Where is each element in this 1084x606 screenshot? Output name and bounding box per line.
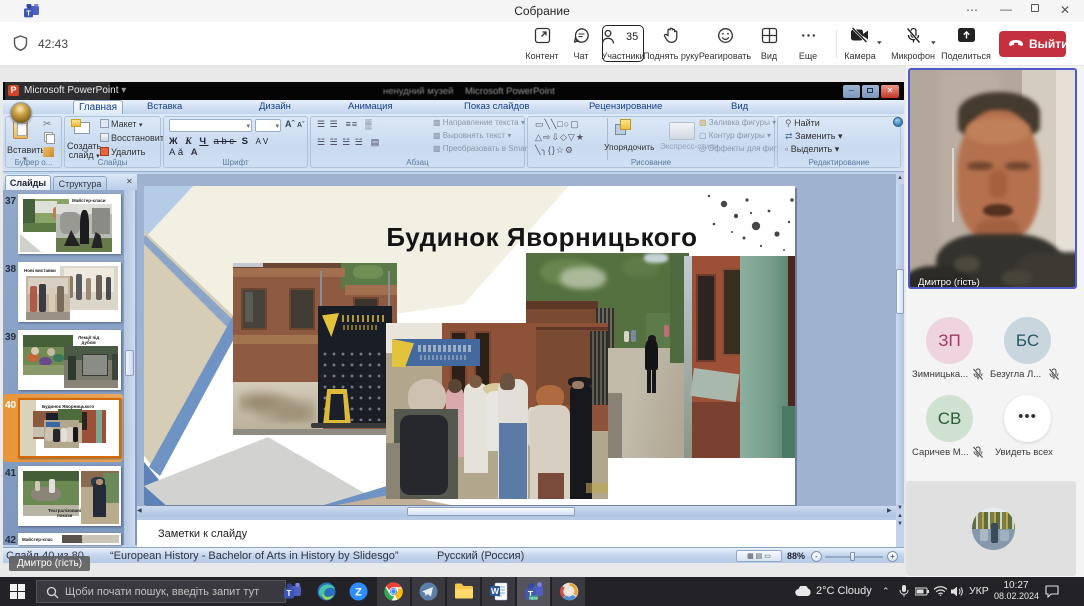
svg-text:T: T: [287, 589, 292, 598]
svg-text:NEW: NEW: [529, 596, 538, 600]
svg-text:W: W: [491, 586, 500, 596]
svg-text:Z: Z: [355, 587, 362, 599]
